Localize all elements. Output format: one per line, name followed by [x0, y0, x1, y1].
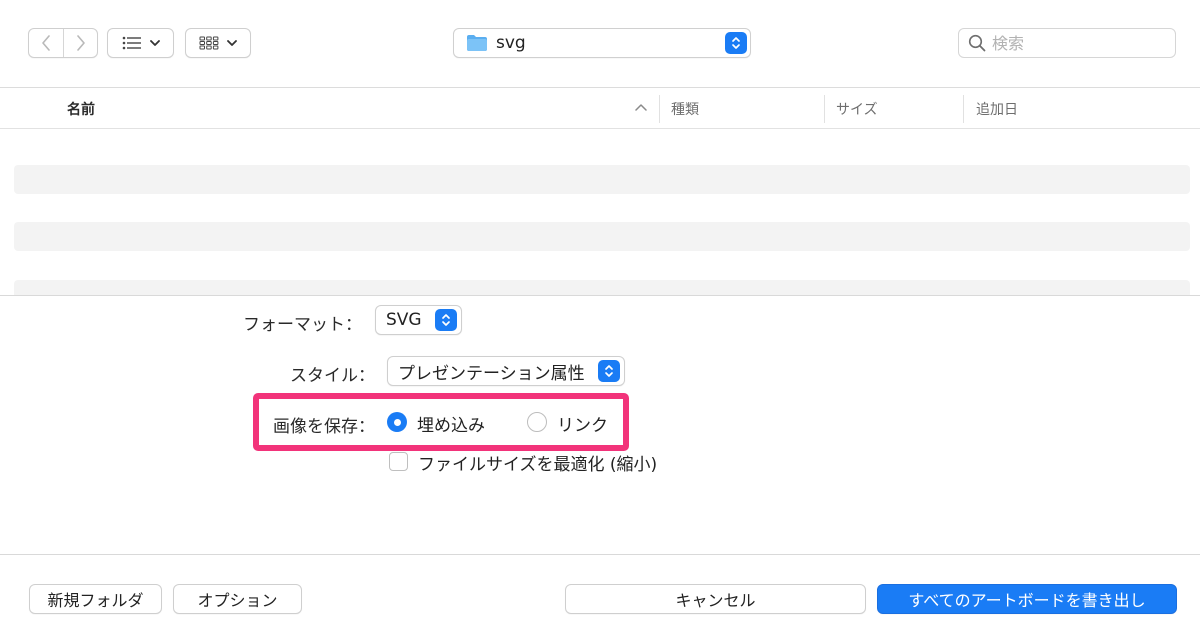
column-header-kind[interactable]: 種類 — [671, 89, 699, 129]
embed-radio[interactable] — [387, 412, 407, 432]
optimize-size-checkbox[interactable] — [389, 452, 408, 471]
panel-divider — [0, 295, 1200, 296]
chevron-down-icon — [227, 40, 237, 46]
list-view-button[interactable] — [107, 28, 174, 58]
link-radio[interactable] — [527, 412, 547, 432]
column-divider[interactable] — [963, 95, 964, 123]
format-popup[interactable]: SVG — [375, 305, 462, 335]
link-radio-label[interactable]: リンク — [557, 411, 608, 436]
grid-icon — [199, 36, 219, 50]
image-save-label: 画像を保存： — [273, 417, 375, 437]
search-input[interactable] — [992, 33, 1162, 53]
navigation-buttons — [28, 28, 98, 58]
popup-stepper-icon — [598, 360, 620, 382]
cancel-button[interactable]: キャンセル — [565, 584, 866, 614]
list-row-stripe — [14, 280, 1190, 295]
list-row-stripe — [14, 222, 1190, 251]
export-all-artboards-button[interactable]: すべてのアートボードを書き出し — [877, 584, 1177, 614]
footer-divider — [0, 554, 1200, 555]
style-value: プレゼンテーション属性 — [398, 363, 585, 384]
options-button[interactable]: オプション — [173, 584, 302, 614]
back-button[interactable] — [29, 29, 63, 57]
list-icon — [122, 36, 141, 50]
search-field[interactable] — [958, 28, 1176, 58]
folder-location-popup[interactable]: svg — [453, 28, 751, 58]
chevron-left-icon — [42, 35, 50, 51]
format-value: SVG — [386, 310, 422, 330]
list-header: 名前 種類 サイズ 追加日 — [0, 89, 1200, 129]
format-label: フォーマット： — [243, 315, 362, 335]
list-row-stripe — [14, 165, 1190, 194]
sort-ascending-icon[interactable] — [634, 101, 648, 115]
folder-icon — [467, 35, 487, 51]
style-label: スタイル： — [290, 366, 375, 386]
folder-name: svg — [496, 33, 526, 53]
new-folder-button[interactable]: 新規フォルダ — [29, 584, 162, 614]
chevron-right-icon — [76, 35, 85, 51]
file-list[interactable] — [0, 130, 1200, 295]
embed-radio-label[interactable]: 埋め込み — [417, 411, 485, 436]
optimize-size-label[interactable]: ファイルサイズを最適化 (縮小) — [418, 450, 657, 475]
column-header-name[interactable]: 名前 — [67, 89, 95, 129]
search-icon — [968, 34, 986, 52]
column-divider[interactable] — [824, 95, 825, 123]
popup-stepper-icon — [725, 32, 747, 54]
chevron-down-icon — [149, 40, 160, 46]
forward-button[interactable] — [63, 29, 97, 57]
column-header-size[interactable]: サイズ — [836, 89, 878, 129]
column-header-date[interactable]: 追加日 — [976, 89, 1018, 129]
column-divider[interactable] — [659, 95, 660, 123]
popup-stepper-icon — [435, 309, 457, 331]
style-popup[interactable]: プレゼンテーション属性 — [387, 356, 625, 386]
toolbar: svg — [0, 0, 1200, 88]
icon-view-button[interactable] — [185, 28, 251, 58]
